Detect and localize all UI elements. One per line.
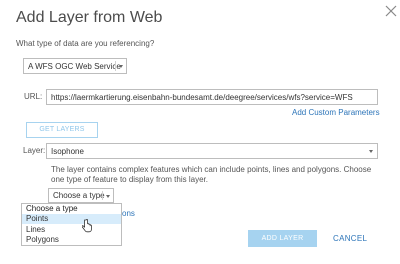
close-icon[interactable]: [385, 5, 397, 17]
option-polygons[interactable]: Polygons: [22, 235, 121, 245]
layer-select[interactable]: Isophone: [46, 143, 378, 159]
cancel-button[interactable]: CANCEL: [333, 234, 367, 243]
chevron-down-icon: [106, 195, 110, 198]
url-value: https://laermkartierung.eisenbahn-bundes…: [51, 93, 353, 102]
chevron-down-icon: [119, 65, 123, 68]
add-custom-parameters-link[interactable]: Add Custom Parameters: [292, 108, 380, 117]
option-lines[interactable]: Lines: [22, 225, 121, 235]
add-layer-button[interactable]: ADD LAYER: [248, 230, 317, 247]
hidden-link-fragment[interactable]: ons: [122, 209, 135, 218]
data-type-value: A WFS OGC Web Service: [28, 62, 121, 71]
url-input[interactable]: https://laermkartierung.eisenbahn-bundes…: [46, 89, 378, 105]
layer-value: Isophone: [51, 147, 84, 156]
hand-pointer-icon: [82, 219, 92, 233]
layer-description: The layer contains complex features whic…: [51, 165, 372, 184]
option-points[interactable]: Points: [22, 214, 121, 224]
data-type-question: What type of data are you referencing?: [16, 39, 155, 48]
chevron-down-icon: [369, 150, 373, 153]
option-choose-a-type[interactable]: Choose a type: [22, 204, 121, 214]
url-label: URL:: [24, 92, 43, 101]
layer-label: Layer:: [23, 146, 46, 155]
get-layers-button[interactable]: GET LAYERS: [26, 122, 98, 138]
feature-type-value: Choose a type: [53, 191, 105, 200]
feature-type-select[interactable]: Choose a type: [48, 188, 114, 203]
data-type-select[interactable]: A WFS OGC Web Service: [23, 58, 127, 74]
dialog-title: Add Layer from Web: [16, 9, 163, 26]
feature-type-options: Choose a type Points Lines Polygons: [21, 203, 122, 246]
